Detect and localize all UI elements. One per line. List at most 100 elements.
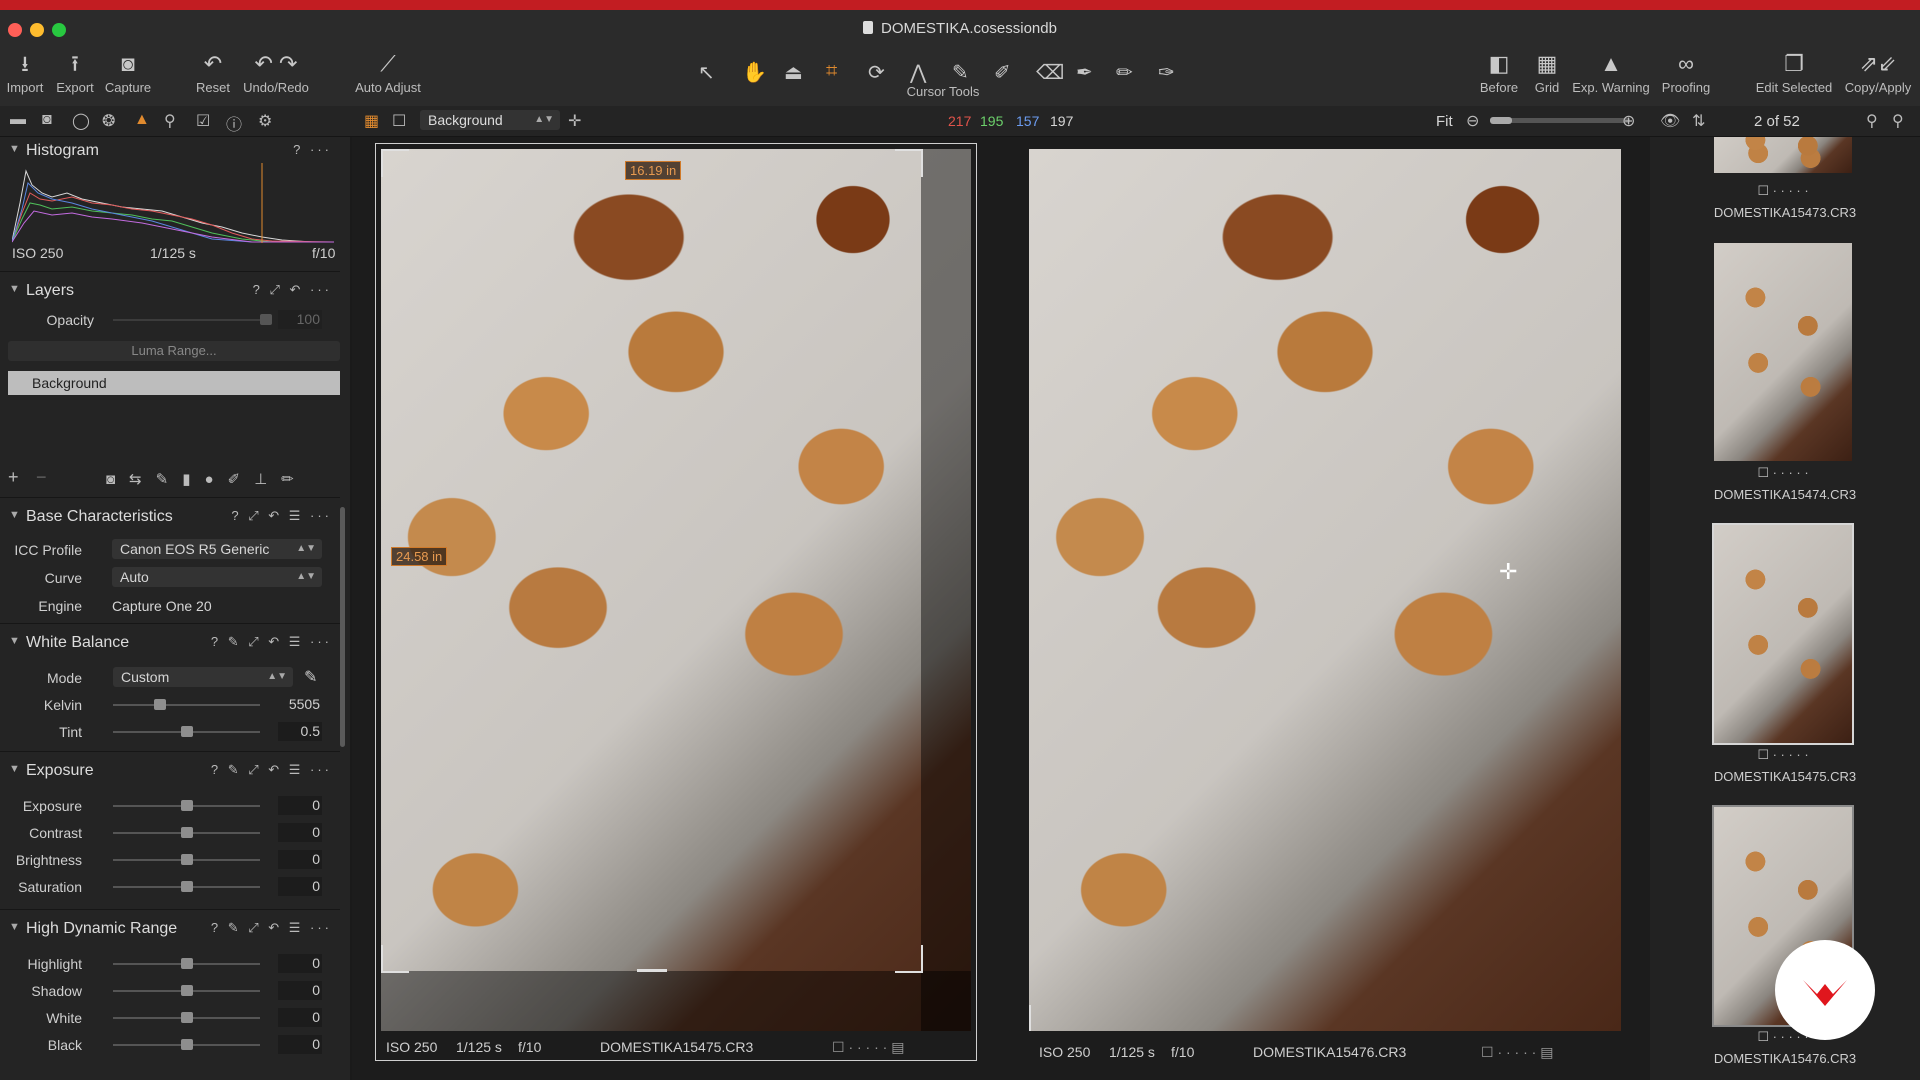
section-tools[interactable]: ? ··· [293, 142, 332, 157]
hdr-slider[interactable] [113, 985, 260, 996]
luma-range-button[interactable]: Luma Range... [8, 341, 340, 361]
kelvin-value[interactable]: 5505 [278, 695, 322, 714]
add-layer-icon[interactable]: ✛ [568, 111, 581, 131]
kelvin-slider[interactable] [113, 699, 260, 710]
section-tools[interactable]: ? ✎ ⤢ ↶ ☰ ··· [211, 634, 332, 650]
eyedropper-icon[interactable]: ✎ [304, 667, 317, 687]
brush-icon[interactable]: ✏ [1116, 60, 1133, 85]
hdr-slider-handle[interactable] [181, 1039, 193, 1050]
adjustments-tab-icon[interactable]: ☑ [196, 111, 210, 131]
exposure-slider-handle[interactable] [181, 881, 193, 892]
color-picker-icon[interactable]: ✒ [1076, 60, 1093, 85]
zoom-fit-label[interactable]: Fit [1436, 113, 1453, 130]
crop-handle-tl[interactable] [381, 149, 409, 177]
edit-selected-button[interactable]: ❐ Edit Selected [1752, 50, 1836, 95]
hdr-slider[interactable] [113, 958, 260, 969]
tint-slider[interactable] [113, 726, 260, 737]
rotate-icon[interactable]: ⟳ [868, 60, 885, 85]
thumbnail-rating[interactable]: ☐ · · · · · [1712, 183, 1854, 199]
exposure-header[interactable]: ▼ Exposure ? ✎ ⤢ ↶ ☰ ··· [0, 757, 340, 785]
search-icon[interactable]: ⚲ [1866, 111, 1878, 131]
crop-handle-bl[interactable] [381, 945, 409, 973]
base-characteristics-header[interactable]: ▼ Base Characteristics ? ⤢ ↶ ☰ ··· [0, 503, 340, 531]
exposure-value[interactable]: 0 [278, 850, 322, 869]
exposure-slider[interactable] [113, 881, 260, 892]
section-tools[interactable]: ? ⤢ ↶ ☰ ··· [231, 508, 332, 524]
tint-value[interactable]: 0.5 [278, 722, 322, 741]
exposure-slider-handle[interactable] [181, 854, 193, 865]
right-rating-stars[interactable]: ☐ · · · · · ▤ [1481, 1044, 1553, 1061]
settings-gear-icon[interactable]: ⚙ [258, 111, 272, 131]
export-button[interactable]: ⭱ Export [52, 50, 98, 95]
lens-tab-icon[interactable]: ◯ [72, 111, 90, 131]
keystone-icon[interactable]: ⋀ [910, 60, 926, 85]
hdr-slider-handle[interactable] [181, 985, 193, 996]
grid-button[interactable]: ▦ Grid [1526, 50, 1568, 95]
select-cursor-icon[interactable]: ↖ [698, 60, 715, 85]
eye-icon[interactable]: 👁 [1660, 111, 1680, 131]
exposure-value[interactable]: 0 [278, 796, 322, 815]
icc-profile-select[interactable]: Canon EOS R5 Generic ▲▼ [112, 539, 322, 559]
hdr-value[interactable]: 0 [278, 954, 322, 973]
opacity-value[interactable]: 100 [278, 310, 322, 329]
library-tab-icon[interactable]: ▬ [10, 111, 26, 129]
selected-variant-frame[interactable]: 16.19 in 24.58 in ISO 250 1/125 s f/10 D… [375, 143, 977, 1061]
single-view-icon[interactable]: ☐ [392, 111, 406, 131]
hdr-slider-handle[interactable] [181, 1012, 193, 1023]
exposure-slider[interactable] [113, 827, 260, 838]
pan-hand-icon[interactable]: ✋ [742, 60, 767, 85]
hdr-slider[interactable] [113, 1012, 260, 1023]
hdr-slider-handle[interactable] [181, 958, 193, 969]
sort-icon[interactable]: ⇅ [1692, 111, 1705, 131]
curve-select[interactable]: Auto ▲▼ [112, 567, 322, 587]
metadata-tab-icon[interactable]: ⓘ [226, 111, 242, 135]
proofing-button[interactable]: ∞ Proofing [1656, 50, 1716, 95]
add-layer-icon[interactable]: + [8, 467, 19, 488]
photo-cookies-preview[interactable]: ✛ [1029, 149, 1621, 1031]
crop-handle-bottom[interactable] [637, 969, 667, 972]
panel-scrollbar[interactable] [340, 507, 345, 747]
multi-view-icon[interactable]: ▦ [364, 111, 379, 131]
tint-slider-handle[interactable] [180, 726, 193, 737]
zoom-slider[interactable] [1490, 117, 1630, 124]
wb-mode-select[interactable]: Custom ▲▼ [113, 667, 293, 687]
exposure-warning-button[interactable]: ▲ Exp. Warning [1570, 50, 1652, 95]
gradient-icon[interactable]: ✑ [1158, 60, 1175, 85]
section-tools[interactable]: ? ✎ ⤢ ↶ ☰ ··· [211, 920, 332, 936]
opacity-slider-handle[interactable] [260, 314, 272, 325]
copy-apply-button[interactable]: ⇗⇙ Copy/Apply [1840, 50, 1916, 95]
layer-select[interactable]: Background ▲▼ [420, 110, 560, 130]
white-balance-header[interactable]: ▼ White Balance ? ✎ ⤢ ↶ ☰ ··· [0, 629, 340, 657]
heal-brush-icon[interactable]: ✐ [994, 60, 1011, 85]
crop-handle-tr[interactable] [895, 149, 923, 177]
thumbnail[interactable] [1712, 137, 1854, 175]
hdr-value[interactable]: 0 [278, 981, 322, 1000]
capture-tab-icon[interactable]: ◙ [42, 111, 52, 129]
import-button[interactable]: ⭳ Import [2, 50, 48, 95]
before-button[interactable]: ◧ Before [1474, 50, 1524, 95]
reset-button[interactable]: ↶ Reset [190, 50, 236, 95]
exposure-slider-handle[interactable] [181, 800, 193, 811]
spot-removal-icon[interactable]: ✎ [952, 60, 969, 85]
color-tab-icon[interactable]: ❂ [102, 111, 115, 131]
layer-mask-tools[interactable]: ◙⇆✎▮●✐⊥✏ [106, 470, 308, 488]
section-tools[interactable]: ? ✎ ⤢ ↶ ☰ ··· [211, 762, 332, 778]
thumbnail[interactable] [1712, 241, 1854, 463]
hdr-slider[interactable] [113, 1039, 260, 1050]
eraser-icon[interactable]: ⌫ [1036, 60, 1064, 85]
zoom-out-icon[interactable]: ⊖ [1466, 111, 1479, 131]
loupe-icon[interactable]: ⏏ [784, 60, 803, 85]
capture-button[interactable]: ◙ Capture [100, 50, 156, 95]
undo-redo-button[interactable]: ↶ ↷ Undo/Redo [238, 50, 314, 95]
thumbnail-selected[interactable] [1712, 523, 1854, 745]
crop-handle-br[interactable] [895, 945, 923, 973]
exposure-slider[interactable] [113, 800, 260, 811]
layer-list-item-background[interactable]: Background [8, 371, 340, 395]
left-rating-stars[interactable]: ☐ · · · · · ▤ [832, 1039, 904, 1056]
exposure-tab-icon[interactable]: ▲ [134, 111, 150, 129]
exposure-value[interactable]: 0 [278, 823, 322, 842]
opacity-slider[interactable] [113, 314, 272, 325]
exposure-slider-handle[interactable] [181, 827, 193, 838]
photo-cookies-cropping[interactable]: 16.19 in 24.58 in [381, 149, 971, 1031]
layers-header[interactable]: ▼ Layers ? ⤢ ↶ ··· [0, 277, 340, 305]
